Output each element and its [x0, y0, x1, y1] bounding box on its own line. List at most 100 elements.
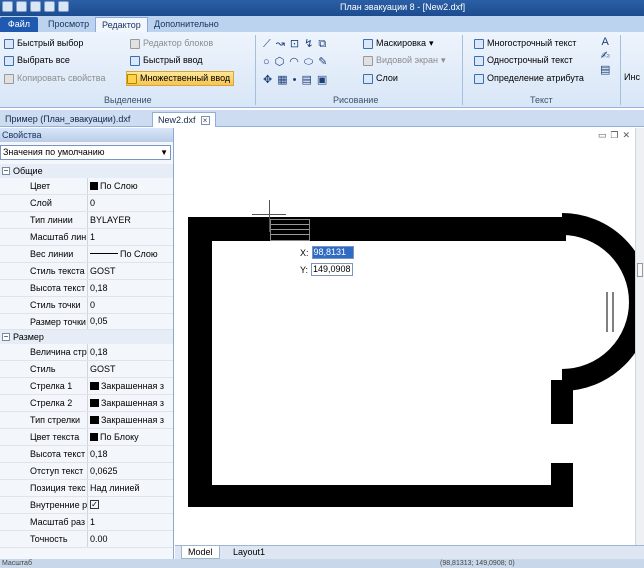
property-row[interactable]: Слой 0	[0, 194, 173, 212]
property-row[interactable]: Масштаб лин 1	[0, 228, 173, 246]
chevron-down-icon: ▼	[160, 148, 168, 157]
undo-icon[interactable]	[58, 1, 69, 12]
tab-model[interactable]: Model	[181, 546, 220, 559]
pen-icon[interactable]: ✎	[318, 56, 327, 68]
arrowhead-icon	[90, 416, 99, 425]
app-menu-icon[interactable]	[2, 1, 13, 12]
brush-icon	[4, 73, 14, 84]
y-input[interactable]: 149,0908	[311, 263, 354, 276]
new-file-icon[interactable]	[16, 1, 27, 12]
select-all-button[interactable]: Выбрать все	[4, 53, 70, 68]
group-label-drawing: Рисование	[333, 95, 379, 105]
close-tab-icon[interactable]: ×	[200, 116, 210, 125]
save-icon[interactable]	[44, 1, 55, 12]
ribbon-separator	[462, 35, 463, 105]
property-row[interactable]: Цвет По Слою	[0, 178, 173, 195]
collapse-icon[interactable]: −	[2, 333, 10, 342]
property-row[interactable]: Вес линии По Слою	[0, 245, 173, 263]
grid-icon[interactable]: ▦	[277, 74, 287, 86]
ellipse-icon[interactable]: ⬭	[304, 56, 313, 68]
wall-right-lower	[551, 463, 573, 507]
restore-icon[interactable]: ❐	[610, 130, 618, 141]
masking-button[interactable]: Маскировка ▾	[363, 36, 434, 51]
wall-left	[188, 217, 212, 507]
text-edit-icon[interactable]: ✍	[601, 50, 610, 62]
mtext-button[interactable]: Многострочный текст	[474, 36, 576, 51]
spline-icon[interactable]: ↯	[304, 38, 313, 50]
tab-view[interactable]: Просмотр	[42, 17, 95, 32]
property-row[interactable]: Тип стрелки Закрашенная з	[0, 412, 173, 430]
text-style-icon[interactable]: A	[602, 36, 609, 48]
property-row[interactable]: Стиль точки 0	[0, 296, 173, 314]
multi-input-button[interactable]: Множественный ввод	[126, 71, 235, 86]
attdef-button[interactable]: Определение атрибута	[474, 71, 584, 86]
table-icon[interactable]: ▤	[301, 74, 311, 86]
layout-tabs: Model Layout1	[175, 545, 644, 559]
quick-access-toolbar	[2, 1, 69, 12]
status-left: Масштаб	[2, 560, 32, 567]
ribbon-separator	[620, 35, 621, 105]
property-row[interactable]: Стиль GOST	[0, 361, 173, 379]
category-general[interactable]: − Общие	[0, 164, 173, 178]
wall-top	[188, 217, 566, 241]
quick-input-button[interactable]: Быстрый ввод	[130, 53, 203, 68]
property-row[interactable]: Точность 0.00	[0, 530, 173, 548]
property-row[interactable]: Размер точки 0,05	[0, 313, 173, 331]
tab-layout1[interactable]: Layout1	[227, 546, 271, 559]
open-file-icon[interactable]	[30, 1, 41, 12]
tab-editor[interactable]: Редактор	[95, 17, 148, 32]
property-row[interactable]: Величина стр 0,18	[0, 344, 173, 362]
copy-properties-button[interactable]: Копировать свойства	[4, 71, 105, 86]
color-swatch-icon	[90, 433, 98, 442]
multi-input-icon	[127, 73, 137, 84]
tab-extra[interactable]: Дополнительно	[148, 17, 225, 32]
quick-input-icon	[130, 55, 140, 66]
arrowhead-icon	[90, 382, 99, 391]
text-find-icon[interactable]: ▤	[600, 64, 610, 76]
property-row[interactable]: Позиция текс Над линией	[0, 479, 173, 497]
circle-icon[interactable]: ○	[263, 56, 270, 68]
ribbon-separator	[255, 35, 256, 105]
property-row[interactable]: Отступ текст 0,0625	[0, 463, 173, 480]
tab-file[interactable]: Файл	[0, 17, 38, 32]
checkbox[interactable]: ✓	[90, 500, 99, 510]
property-row[interactable]: Стрелка 2 Закрашенная з	[0, 395, 173, 413]
collapse-icon[interactable]: −	[2, 167, 10, 175]
vertical-scrollbar[interactable]	[635, 128, 644, 548]
property-row[interactable]: Стрелка 1 Закрашенная з	[0, 378, 173, 396]
image-icon[interactable]: ▣	[317, 74, 327, 86]
viewport-button[interactable]: Видовой экран ▾	[363, 53, 446, 68]
property-row[interactable]: Стиль текста GOST	[0, 262, 173, 280]
scroll-thumb[interactable]	[637, 263, 643, 277]
point-icon[interactable]: •	[293, 74, 297, 86]
category-dimension[interactable]: − Размер	[0, 330, 173, 345]
doc-tab-example[interactable]: Пример (План_эвакуации).dxf	[0, 112, 135, 127]
close-icon[interactable]: ✕	[622, 130, 630, 141]
properties-panel: Свойства Значения по умолчанию ▼ − Общие…	[0, 128, 174, 568]
coord-x: X: 98,8131	[300, 246, 354, 259]
tools-button[interactable]: Инс	[624, 70, 640, 85]
x-input[interactable]: 98,8131	[311, 246, 354, 259]
property-row[interactable]: Внутренние р ✓	[0, 496, 173, 514]
minimize-icon[interactable]: ▭	[598, 130, 607, 141]
property-row[interactable]: Цвет текста По Блоку	[0, 429, 173, 447]
block-editor-button[interactable]: Редактор блоков	[130, 36, 213, 51]
layers-button[interactable]: Слои	[363, 71, 398, 86]
doc-tab-new2[interactable]: New2.dxf ×	[152, 112, 216, 127]
arc-icon[interactable]: ◠	[289, 56, 299, 68]
property-row[interactable]: Масштаб раз 1	[0, 513, 173, 531]
properties-dropdown[interactable]: Значения по умолчанию ▼	[0, 145, 171, 160]
quick-select-button[interactable]: Быстрый выбор	[4, 36, 83, 51]
line-icon[interactable]: ⟋	[263, 38, 271, 50]
property-row[interactable]: Тип линии BYLAYER	[0, 211, 173, 229]
move-icon[interactable]: ✥	[263, 74, 272, 86]
ribbon-tabs: Файл Просмотр Редактор Дополнительно	[0, 16, 644, 32]
rectangle-icon[interactable]: ⊡	[290, 38, 299, 50]
pickbox	[270, 219, 310, 241]
stext-button[interactable]: Однострочный текст	[474, 53, 573, 68]
property-row[interactable]: Высота текст 0,18	[0, 279, 173, 297]
hatch-icon[interactable]: ⧉	[318, 38, 326, 50]
property-row[interactable]: Высота текст 0,18	[0, 446, 173, 463]
polyline-icon[interactable]: ↝	[276, 38, 285, 50]
polygon-icon[interactable]: ⬡	[275, 56, 285, 68]
